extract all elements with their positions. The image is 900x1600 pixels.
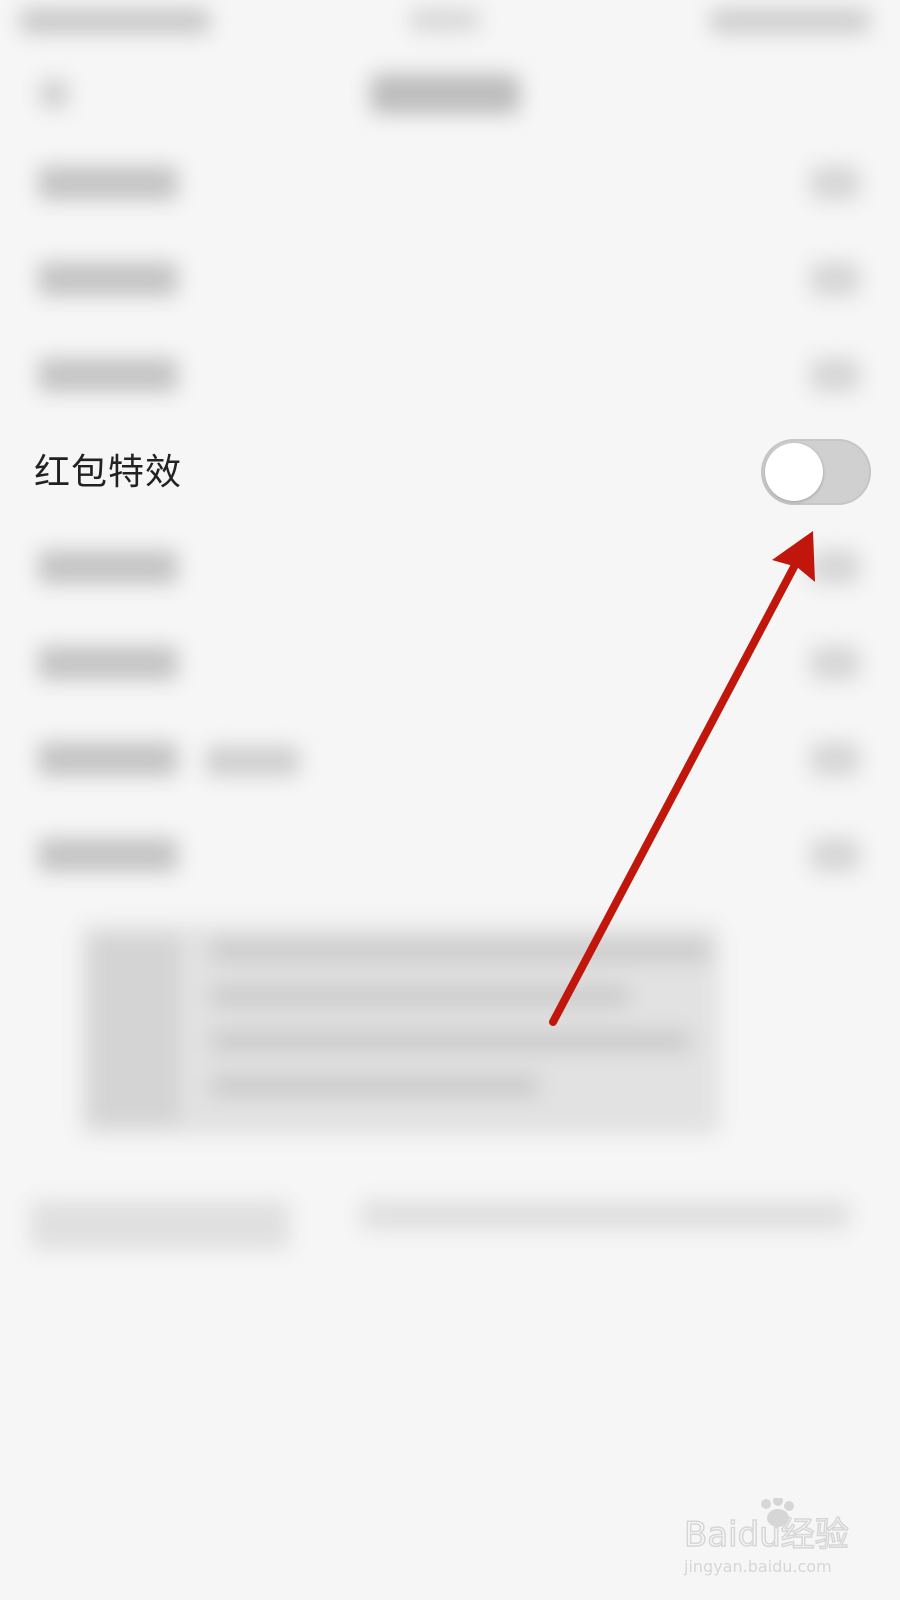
blurred-panel-line <box>210 1075 540 1097</box>
status-bar-center <box>410 8 480 32</box>
status-bar-left <box>20 8 210 34</box>
red-packet-effect-toggle[interactable] <box>761 439 871 505</box>
back-arrow-icon <box>40 80 68 108</box>
annotation-arrow-shaft <box>549 561 799 1026</box>
blurred-panel-line <box>210 985 630 1007</box>
blurred-row-label <box>38 358 178 392</box>
blurred-panel-line <box>210 940 710 962</box>
page-title <box>370 74 520 114</box>
blurred-row-control <box>810 742 860 776</box>
annotation-arrow-icon <box>549 531 815 1026</box>
blurred-row-label <box>38 646 178 680</box>
blurred-panel-image <box>90 935 180 1125</box>
blurred-footer-text <box>360 1200 850 1230</box>
blurred-row-sublabel <box>205 746 300 776</box>
blurred-row-control <box>810 166 860 200</box>
annotation-arrow-head <box>772 531 815 582</box>
setting-row-red-packet-effect: 红包特效 <box>0 425 900 521</box>
blurred-row-label <box>38 838 178 872</box>
blurred-panel <box>80 925 720 1135</box>
blurred-row-label <box>38 550 178 584</box>
blurred-panel-line <box>210 1030 690 1052</box>
blurred-row-control <box>810 838 860 872</box>
watermark-url-text: jingyan.baidu.com <box>683 1557 832 1576</box>
watermark-logo-text: Baidu经验 <box>684 1515 849 1555</box>
status-bar-right <box>710 8 870 34</box>
blurred-row-label <box>38 166 178 200</box>
blurred-row-control <box>810 358 860 392</box>
toggle-knob <box>765 443 823 501</box>
blurred-footer-text <box>30 1200 290 1250</box>
blurred-row-label <box>38 262 178 296</box>
baidu-jingyan-watermark: Baidu经验 jingyan.baidu.com <box>683 1498 850 1576</box>
setting-label: 红包特效 <box>34 452 183 493</box>
blurred-background <box>0 0 900 1600</box>
blurred-row-label <box>38 742 178 776</box>
blurred-row-control <box>810 262 860 296</box>
blurred-row-control <box>810 646 860 680</box>
blurred-row-control <box>810 550 860 584</box>
